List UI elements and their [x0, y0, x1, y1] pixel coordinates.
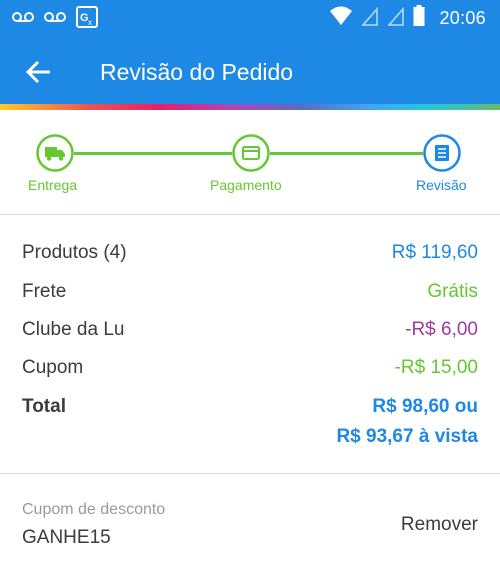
products-label: Produtos (4)	[22, 242, 127, 263]
section-divider	[0, 214, 500, 215]
club-label: Clube da Lu	[22, 319, 125, 340]
total-value-cash: R$ 93,67 à vista	[336, 426, 478, 447]
checkout-stepper: Entrega Pagamento Revisão	[0, 110, 500, 214]
wifi-icon	[329, 6, 353, 31]
voicemail-icon	[12, 10, 34, 29]
card-icon	[232, 134, 270, 172]
total-label: Total	[22, 396, 66, 417]
step-revisao[interactable]	[423, 134, 461, 172]
step-label-revisao: Revisão	[416, 177, 467, 193]
products-value: R$ 119,60	[391, 242, 478, 263]
club-value: -R$ 6,00	[405, 319, 478, 340]
svg-text:x: x	[88, 18, 92, 27]
toolbar: Revisão do Pedido	[0, 34, 500, 108]
shipping-value: Grátis	[427, 281, 478, 302]
step-label-pagamento: Pagamento	[210, 177, 282, 193]
signal-icon	[387, 6, 405, 31]
remove-coupon-button[interactable]: Remover	[401, 514, 478, 536]
summary-row-total-cash: R$ 93,67 à vista	[0, 426, 500, 456]
coupon-value: -R$ 15,00	[394, 357, 478, 378]
step-entrega[interactable]	[36, 134, 74, 172]
clock: 20:06	[439, 8, 486, 28]
status-bar-left: Gx	[12, 6, 98, 33]
step-pagamento[interactable]	[232, 134, 270, 172]
coupon-code: GANHE15	[22, 527, 111, 548]
battery-icon	[413, 5, 425, 32]
list-icon	[423, 134, 461, 172]
total-value-installment: R$ 98,60 ou	[372, 396, 478, 417]
summary-row-total: Total R$ 98,60 ou	[0, 396, 500, 426]
page-title: Revisão do Pedido	[100, 59, 294, 85]
coupon-caption: Cupom de desconto	[22, 501, 166, 518]
summary-row-club: Clube da Lu -R$ 6,00	[0, 319, 500, 349]
step-connector	[270, 152, 424, 155]
summary-row-shipping: Frete Grátis	[0, 281, 500, 311]
signal-icon	[361, 6, 379, 31]
arrow-left-icon[interactable]	[24, 58, 54, 86]
truck-icon	[36, 134, 74, 172]
shipping-label: Frete	[22, 281, 67, 302]
summary-row-products: Produtos (4) R$ 119,60	[0, 242, 500, 272]
step-label-entrega: Entrega	[28, 177, 78, 193]
status-bar: Gx 20:06	[0, 0, 500, 34]
step-connector	[74, 152, 236, 155]
coupon-label: Cupom	[22, 357, 84, 378]
status-bar-right: 20:06	[329, 5, 486, 32]
summary-row-coupon: Cupom -R$ 15,00	[0, 357, 500, 387]
translate-icon: Gx	[76, 6, 98, 33]
voicemail-icon	[44, 10, 66, 29]
section-divider	[0, 473, 500, 474]
